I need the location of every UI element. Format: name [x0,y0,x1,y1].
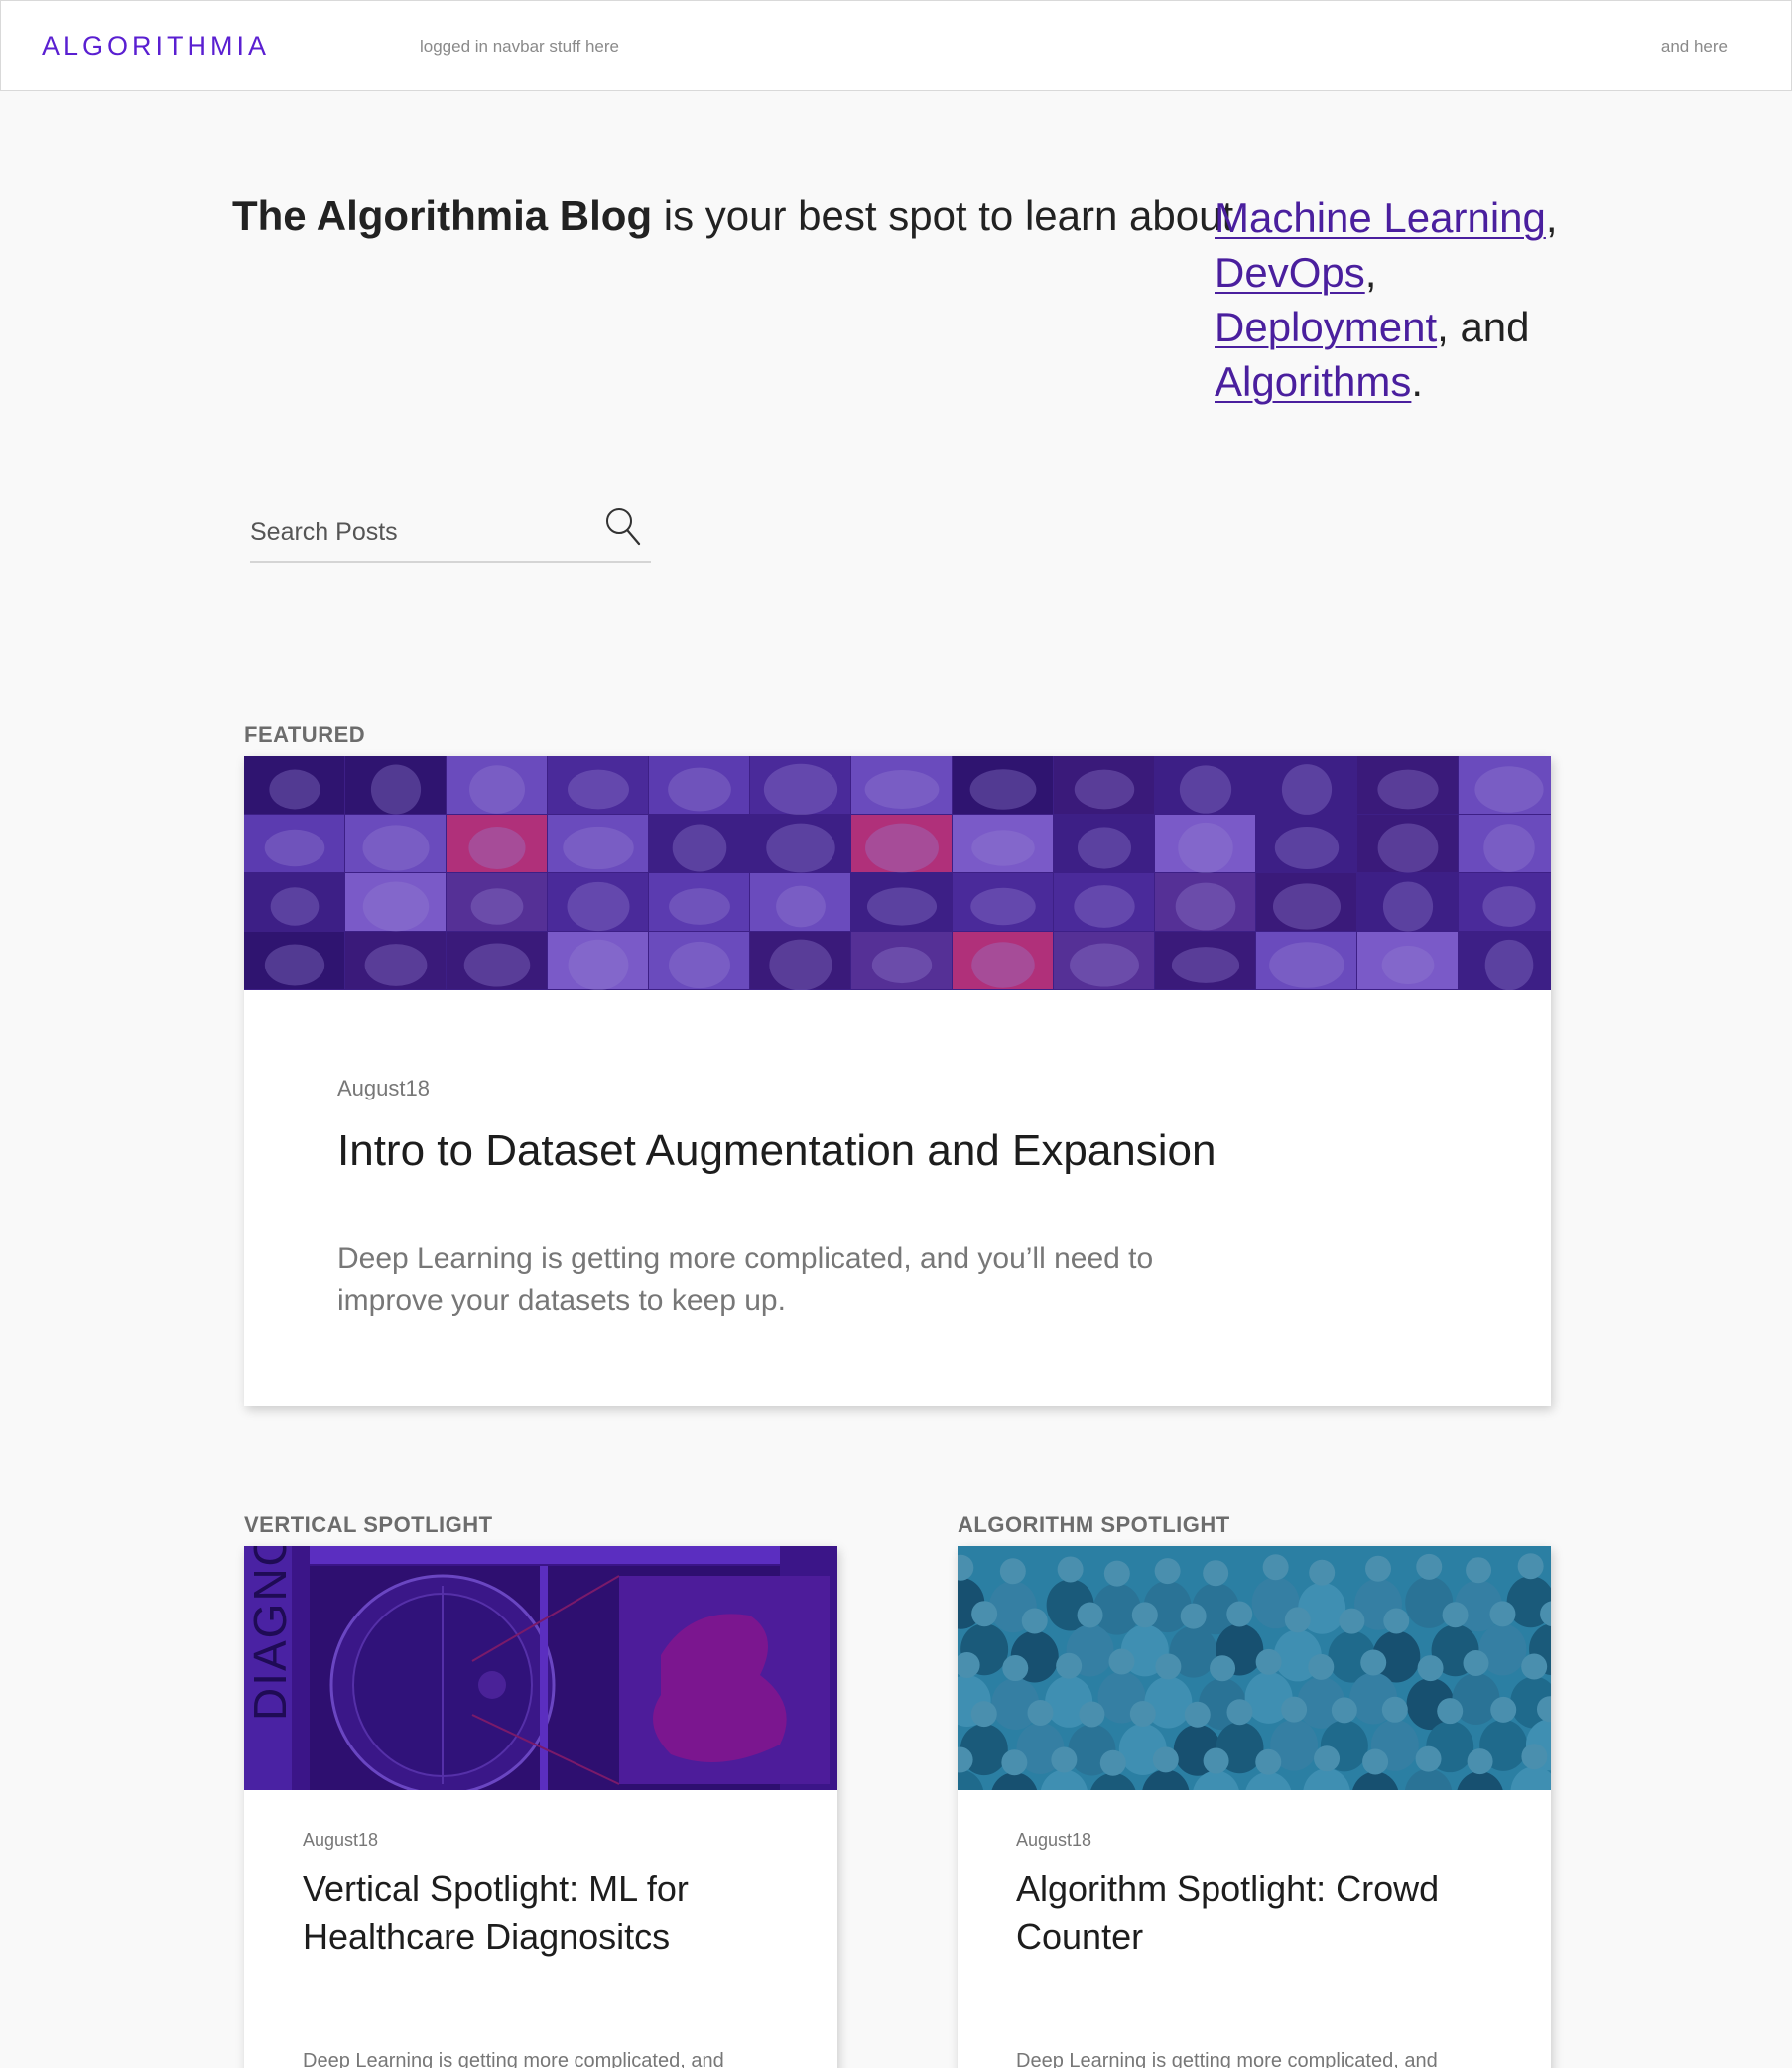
topic-separator: , and [1437,304,1530,350]
topic-separator: . [1411,358,1424,405]
hero-tagline-text: is your best spot to learn about [652,193,1234,239]
featured-post-card[interactable]: August18 Intro to Dataset Augmentation a… [244,756,1551,1406]
post-title[interactable]: Intro to Dataset Augmentation and Expans… [337,1123,1429,1179]
search-input[interactable] [250,509,587,555]
featured-label: FEATURED [244,722,366,747]
algorithmia-logo[interactable]: ALGORITHMIA [42,31,270,62]
brain-scan-image: DIAGNO [244,1546,837,1790]
algorithm-spotlight-card[interactable]: August18 Algorithm Spotlight: Crowd Coun… [958,1546,1551,2068]
blog-name: The Algorithmia Blog [232,193,653,239]
post-title[interactable]: Algorithm Spotlight: Crowd Counter [1016,1866,1512,1961]
algorithm-spotlight-image[interactable] [958,1546,1551,1790]
diagnosis-image-text: DIAGNO [244,1546,296,1721]
post-date: August18 [303,1830,379,1850]
hero-tagline: The Algorithmia Blog is your best spot t… [232,189,1233,243]
vertical-spotlight-card[interactable]: DIAGNO August18 Vertical Spotlight: ML f… [244,1546,837,2068]
navbar-left-text: logged in navbar stuff here [420,37,619,56]
featured-post-image[interactable] [244,756,1551,990]
top-navbar: ALGORITHMIA logged in navbar stuff here … [0,0,1792,91]
algorithm-spotlight-label: ALGORITHM SPOTLIGHT [958,1512,1230,1537]
navbar-right-text: and here [1660,37,1728,56]
topic-separator: , [1364,249,1377,296]
vertical-spotlight-image[interactable]: DIAGNO [244,1546,837,1790]
hero-topic-links: Machine Learning, DevOps, Deployment, an… [1215,191,1572,409]
post-date: August18 [1016,1830,1092,1850]
post-date: August18 [337,1076,430,1100]
topic-separator: , [1545,194,1558,241]
topic-link-deployment[interactable]: Deployment [1215,304,1437,350]
post-excerpt: Deep Learning is getting more complicate… [303,2050,724,2068]
search-bar [250,501,651,563]
search-icon[interactable] [603,505,643,549]
post-excerpt: Deep Learning is getting more complicate… [337,1242,1154,1317]
crowd-photo-image [958,1546,1551,1790]
topic-link-devops[interactable]: DevOps [1215,249,1365,296]
cat-mosaic-image [244,756,1551,990]
vertical-spotlight-label: VERTICAL SPOTLIGHT [244,1512,493,1537]
post-excerpt: Deep Learning is getting more complicate… [1016,2050,1438,2068]
topic-link-algorithms[interactable]: Algorithms [1215,358,1411,405]
topic-link-machine-learning[interactable]: Machine Learning [1215,194,1546,241]
post-title[interactable]: Vertical Spotlight: ML for Healthcare Di… [303,1866,799,1961]
